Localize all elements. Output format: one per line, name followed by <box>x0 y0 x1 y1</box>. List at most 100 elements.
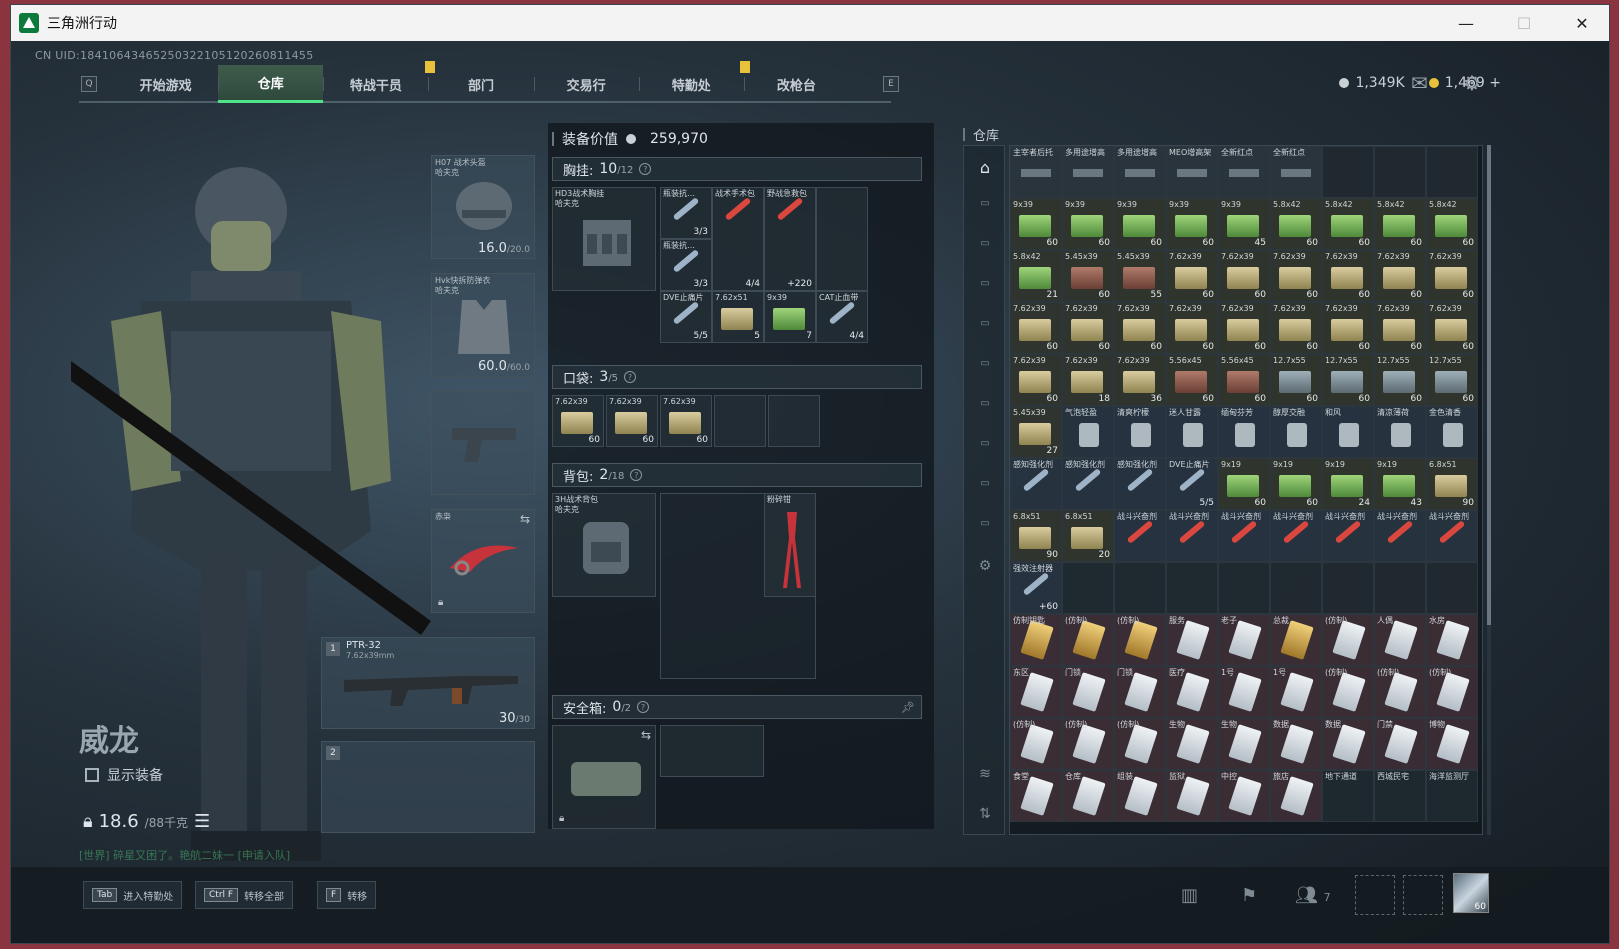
warehouse-item[interactable]: (仿制) <box>1322 614 1374 666</box>
warehouse-item[interactable]: 气泡轻盈 <box>1062 406 1114 458</box>
settings-icon[interactable]: ⚙ <box>1463 71 1481 95</box>
inventory-item[interactable]: 战术手术包 4/4 <box>712 187 764 291</box>
warehouse-item[interactable]: 7.62x39 60 <box>1010 302 1062 354</box>
warehouse-item[interactable]: (仿制) <box>1010 718 1062 770</box>
warehouse-cell[interactable] <box>1114 562 1166 614</box>
minimize-button[interactable]: — <box>1437 5 1495 41</box>
warehouse-item[interactable]: 6.8x51 90 <box>1010 510 1062 562</box>
warehouse-item[interactable]: 全新红点 <box>1218 146 1270 198</box>
warehouse-item[interactable]: 醇厚交融 <box>1270 406 1322 458</box>
warehouse-item[interactable]: 7.62x39 60 <box>1270 250 1322 302</box>
help-icon[interactable]: ? <box>630 469 643 481</box>
filter-icon[interactable]: ▭ <box>975 518 995 534</box>
squad-slot[interactable] <box>1403 875 1443 915</box>
warehouse-item[interactable]: 7.62x39 60 <box>1374 250 1426 302</box>
squad-icon[interactable]: 👥︎ 7 <box>1295 885 1331 906</box>
warehouse-item[interactable]: 仓库 <box>1062 770 1114 822</box>
warehouse-item[interactable]: 7.62x39 60 <box>1426 250 1478 302</box>
nav-tab[interactable]: 特战干员 <box>323 65 428 103</box>
help-icon[interactable]: ? <box>637 701 650 713</box>
warehouse-item[interactable]: DVE止痛片 5/5 <box>1166 458 1218 510</box>
safe-box-slot[interactable]: ⇆ 🔒︎ <box>552 725 656 829</box>
nav-tab[interactable]: 仓库 <box>218 65 324 103</box>
warehouse-cell[interactable]: 地下通道 <box>1322 770 1374 822</box>
stats-icon[interactable]: ▥ <box>1181 885 1198 906</box>
warehouse-item[interactable]: 总裁 <box>1270 614 1322 666</box>
warehouse-item[interactable]: 缅甸芬芳 <box>1218 406 1270 458</box>
warehouse-item[interactable]: 9x19 60 <box>1218 458 1270 510</box>
nav-tab[interactable]: 交易行 <box>533 65 639 103</box>
warehouse-item[interactable]: 感知强化剂 <box>1062 458 1114 510</box>
warehouse-item[interactable]: 9x19 43 <box>1374 458 1426 510</box>
hint-enter-workshop[interactable]: Tab 进入特勤处 <box>83 881 183 909</box>
warehouse-item[interactable]: 生物 <box>1218 718 1270 770</box>
warehouse-item[interactable]: 12.7x55 60 <box>1322 354 1374 406</box>
warehouse-item[interactable]: 数据 <box>1322 718 1374 770</box>
warehouse-item[interactable]: 9x19 24 <box>1322 458 1374 510</box>
layers-icon[interactable]: ≋ <box>975 766 995 782</box>
warehouse-cell[interactable] <box>1218 562 1270 614</box>
filter-icon[interactable]: ▭ <box>975 478 995 494</box>
warehouse-item[interactable]: 7.62x39 60 <box>1010 354 1062 406</box>
player-avatar[interactable]: 60 <box>1453 873 1489 913</box>
backpack-item[interactable]: 粉碎钳 <box>764 493 816 597</box>
filter-icon[interactable]: ▭ <box>975 358 995 374</box>
nav-tab[interactable]: 特勤处 <box>638 65 744 103</box>
warehouse-cell[interactable]: 西城民宅 <box>1374 770 1426 822</box>
flag-icon[interactable]: ⚑ <box>1241 885 1257 906</box>
nav-tab[interactable]: 开始游戏 <box>113 65 218 103</box>
backpack-slot[interactable]: 3H战术背包 哈夫克 <box>552 493 656 597</box>
safe-box-grid[interactable] <box>660 725 764 777</box>
armor-slot[interactable]: Hvk快拆防弹衣 哈夫克 60.0/60.0 <box>431 273 535 377</box>
inventory-item[interactable]: 7.62x39 60 <box>660 395 712 447</box>
nav-tab[interactable]: 部门 <box>428 65 533 103</box>
warehouse-item[interactable]: 服务 <box>1166 614 1218 666</box>
warehouse-item[interactable]: 7.62x39 60 <box>1322 302 1374 354</box>
warehouse-item[interactable]: 和风 <box>1322 406 1374 458</box>
warehouse-item[interactable]: 监狱 <box>1166 770 1218 822</box>
filter-icon[interactable]: ▭ <box>975 238 995 254</box>
warehouse-item[interactable]: 战斗兴奋剂 <box>1166 510 1218 562</box>
pin-icon[interactable]: 📌︎ <box>901 701 915 714</box>
warehouse-item[interactable]: 6.8x51 90 <box>1426 458 1478 510</box>
warehouse-item[interactable]: (仿制) <box>1062 614 1114 666</box>
warehouse-item[interactable]: 5.45x39 27 <box>1010 406 1062 458</box>
warehouse-item[interactable]: 6.8x51 20 <box>1062 510 1114 562</box>
warehouse-item[interactable]: 感知强化剂 <box>1114 458 1166 510</box>
gear-icon[interactable]: ⚙ <box>975 558 995 574</box>
warehouse-item[interactable]: 强效注射器 +60 <box>1010 562 1062 614</box>
warehouse-item[interactable]: 中控 <box>1218 770 1270 822</box>
warehouse-item[interactable]: 战斗兴奋剂 <box>1270 510 1322 562</box>
warehouse-item[interactable]: (仿制) <box>1114 614 1166 666</box>
warehouse-item[interactable]: 7.62x39 60 <box>1062 302 1114 354</box>
warehouse-cell[interactable] <box>1166 562 1218 614</box>
warehouse-item[interactable]: 5.56x45 60 <box>1218 354 1270 406</box>
warehouse-item[interactable]: 迷人甘露 <box>1166 406 1218 458</box>
warehouse-item[interactable]: (仿制) <box>1322 666 1374 718</box>
warehouse-item[interactable]: 9x19 60 <box>1270 458 1322 510</box>
inventory-item[interactable]: 7.62x39 60 <box>606 395 658 447</box>
warehouse-item[interactable]: 感知强化剂 <box>1010 458 1062 510</box>
warehouse-item[interactable]: 7.62x39 60 <box>1166 302 1218 354</box>
sort-icon[interactable]: ⇅ <box>975 806 995 822</box>
inventory-item[interactable]: 野战急救包 +220 <box>764 187 816 291</box>
warehouse-item[interactable]: 金色清香 <box>1426 406 1478 458</box>
inventory-item[interactable]: CAT止血带 4/4 <box>816 291 868 343</box>
filter-icon[interactable]: ▭ <box>975 318 995 334</box>
warehouse-item[interactable]: 主宰者后托 <box>1010 146 1062 198</box>
nav-tab[interactable]: 改枪台 <box>743 65 849 103</box>
warehouse-item[interactable]: 5.8x42 60 <box>1322 198 1374 250</box>
filter-icon[interactable]: ▭ <box>975 278 995 294</box>
warehouse-item[interactable]: 5.8x42 60 <box>1270 198 1322 250</box>
warehouse-item[interactable]: 5.8x42 21 <box>1010 250 1062 302</box>
warehouse-item[interactable]: 食堂 <box>1010 770 1062 822</box>
warehouse-item[interactable]: 9x39 60 <box>1166 198 1218 250</box>
warehouse-item[interactable]: 老子 <box>1218 614 1270 666</box>
inventory-item[interactable]: 瓶装抗… 3/3 <box>660 239 712 291</box>
empty-slot[interactable] <box>768 395 820 447</box>
warehouse-item[interactable]: 9x39 60 <box>1114 198 1166 250</box>
warehouse-item[interactable]: 5.45x39 60 <box>1062 250 1114 302</box>
mail-icon[interactable]: ✉ <box>1411 71 1428 95</box>
help-icon[interactable]: ? <box>639 163 652 175</box>
warehouse-item[interactable]: (仿制) <box>1114 718 1166 770</box>
